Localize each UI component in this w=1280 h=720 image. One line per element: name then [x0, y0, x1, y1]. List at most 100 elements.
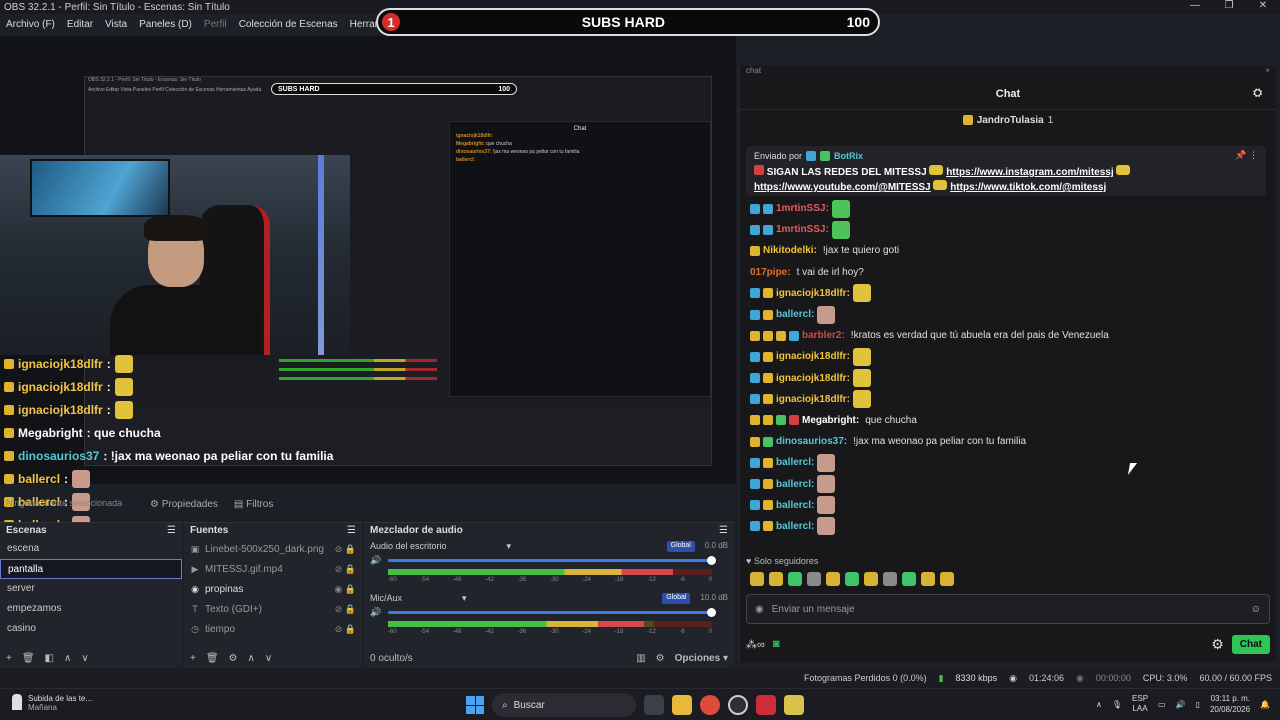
clock[interactable]: 03:11 p. m. 20/08/2026 [1210, 693, 1250, 715]
properties-tab[interactable]: ⚙ Propiedades [150, 499, 218, 510]
volume-icon[interactable]: 🔊 [370, 555, 381, 566]
options-button[interactable]: Opciones ▾ [675, 653, 728, 664]
message-input[interactable]: ◉ Enviar un mensaje ☺ [746, 594, 1270, 624]
chat-username[interactable]: ignaciojk18dlfr: [776, 373, 850, 384]
slider-knob[interactable] [707, 556, 716, 565]
notification-icon[interactable]: 🔔 [1260, 700, 1270, 709]
kick-logo-icon[interactable]: ◙ [773, 638, 780, 650]
eye-hidden-icon[interactable]: ⊘ 🔒 [335, 624, 356, 635]
emote-icon[interactable] [788, 572, 802, 586]
emote-icon[interactable] [807, 572, 821, 586]
chat-username[interactable]: Nikitodelki: [763, 245, 817, 256]
language-indicator[interactable]: ESP LAA [1132, 694, 1148, 714]
move-down-icon[interactable]: ∨ [81, 653, 88, 664]
close-button[interactable]: ✕ [1246, 0, 1280, 11]
emote-icon[interactable] [750, 572, 764, 586]
move-up-icon[interactable]: ∧ [248, 653, 255, 664]
eye-hidden-icon[interactable]: ⊘ 🔒 [335, 604, 356, 615]
eye-hidden-icon[interactable]: ⊘ 🔒 [335, 564, 356, 575]
source-item[interactable]: ▣ Linebet-500x250_dark.png ⊘ 🔒 [184, 539, 362, 559]
chat-username[interactable]: ballercl: [776, 309, 814, 320]
dock-menu-icon[interactable]: ☰ [719, 525, 728, 537]
scene-item[interactable]: server [0, 579, 182, 599]
trash-icon[interactable]: 🗑 [206, 653, 219, 664]
preview-canvas[interactable]: OBS 32.2.1 - Perfil: Sin Título - Escena… [0, 36, 736, 557]
mixer-gear-icon[interactable]: ⚙ [656, 653, 665, 664]
chevron-down-icon[interactable]: ▾ [462, 593, 467, 604]
source-item[interactable]: ▶ MITESSJ.gif.mp4 ⊘ 🔒 [184, 559, 362, 579]
rewards-icon[interactable]: ⁂∞ [746, 638, 765, 651]
tiktok-link[interactable]: https://www.tiktok.com/@mitessj [950, 182, 1106, 193]
chat-username[interactable]: ballercl: [776, 457, 814, 468]
pin-icon[interactable]: 📌 ⋮ [1235, 150, 1258, 161]
send-chat-button[interactable]: Chat [1231, 634, 1270, 654]
volume-icon[interactable]: 🔊 [370, 607, 381, 618]
emote-icon[interactable] [864, 572, 878, 586]
add-icon[interactable]: + [6, 653, 12, 664]
eye-hidden-icon[interactable]: ⊘ 🔒 [335, 544, 356, 555]
source-item[interactable]: T Texto (GDI+) ⊘ 🔒 [184, 599, 362, 619]
gear-icon[interactable]: ⚙ [1211, 636, 1224, 653]
chat-username[interactable]: ignaciojk18dlfr: [776, 288, 850, 299]
menu-item[interactable]: Paneles (D) [133, 19, 198, 30]
chrome-icon[interactable] [700, 695, 720, 715]
chevron-up-icon[interactable]: ∧ [1096, 700, 1102, 709]
emote-icon[interactable] [883, 572, 897, 586]
chat-username[interactable]: ballercl: [776, 521, 814, 532]
eye-icon[interactable]: ◉ 🔒 [334, 584, 356, 595]
dock-menu-icon[interactable]: ☰ [347, 525, 356, 537]
filters-tab[interactable]: ▤ Filtros [234, 499, 273, 510]
menu-item[interactable]: Editar [61, 19, 99, 30]
chat-username[interactable]: ignaciojk18dlfr: [776, 351, 850, 362]
app-icon[interactable] [756, 695, 776, 715]
chat-username[interactable]: barbler2: [802, 330, 845, 341]
chat-username[interactable]: dinosaurios37: [776, 436, 847, 447]
volume-slider[interactable] [388, 556, 716, 565]
minimize-button[interactable]: — [1178, 0, 1212, 11]
emote-icon[interactable] [921, 572, 935, 586]
menu-item[interactable]: Vista [99, 19, 133, 30]
gear-icon[interactable]: ⚙ [229, 653, 238, 664]
community-icon[interactable]: ⛭ [1253, 87, 1262, 100]
chat-username[interactable]: 1mrtinSSJ: [776, 203, 829, 214]
dock-menu-icon[interactable]: ☰ [167, 525, 176, 537]
scene-item[interactable]: pantalla [0, 559, 182, 579]
mic-icon[interactable]: 🎙 [1112, 700, 1122, 709]
chat-username[interactable]: 017pipe: [750, 267, 791, 278]
chat-username[interactable]: Megabright: [802, 415, 859, 426]
battery-icon[interactable]: ▯ [1196, 700, 1200, 709]
source-item[interactable]: ◉ propinas ◉ 🔒 [184, 579, 362, 599]
scene-item[interactable]: casino [0, 619, 182, 639]
source-item[interactable]: ◷ tiempo ⊘ 🔒 [184, 619, 362, 639]
add-icon[interactable]: + [190, 653, 196, 664]
filter-icon[interactable]: ◧ [45, 653, 54, 664]
menu-item[interactable]: Archivo (F) [0, 19, 61, 30]
emoji-icon[interactable]: ☺ [1251, 604, 1261, 615]
chevron-down-icon[interactable]: ▾ [507, 541, 512, 552]
youtube-link[interactable]: https://www.youtube.com/@MITESSJ [754, 182, 931, 193]
emote-icon[interactable] [902, 572, 916, 586]
maximize-button[interactable]: ❐ [1212, 0, 1246, 11]
emote-icon[interactable] [845, 572, 859, 586]
instagram-link[interactable]: https://www.instagram.com/mitessj [946, 167, 1113, 178]
weather-widget[interactable]: Subida de las te... Mañana [12, 694, 92, 712]
menu-item[interactable]: Perfil [198, 19, 233, 30]
obs-icon[interactable] [728, 695, 748, 715]
windows-start-icon[interactable] [466, 696, 484, 714]
volume-slider[interactable] [388, 608, 716, 617]
menu-item[interactable]: Colección de Escenas [233, 19, 344, 30]
chat-username[interactable]: 1mrtinSSJ: [776, 224, 829, 235]
emote-icon[interactable] [769, 572, 783, 586]
chat-username[interactable]: ballercl: [776, 479, 814, 490]
volume-icon[interactable]: 🔊 [1176, 700, 1186, 709]
scene-item[interactable]: escena [0, 539, 182, 559]
slider-knob[interactable] [707, 608, 716, 617]
file-explorer-icon[interactable] [672, 695, 692, 715]
network-icon[interactable]: ▭ [1158, 700, 1166, 709]
chat-username[interactable]: ballercl: [776, 500, 814, 511]
trash-icon[interactable]: 🗑 [22, 653, 35, 664]
chat-username[interactable]: ignaciojk18dlfr: [776, 394, 850, 405]
move-down-icon[interactable]: ∨ [265, 653, 272, 664]
taskbar-search[interactable]: ⌕ Buscar [492, 693, 636, 717]
close-icon[interactable]: × [1265, 66, 1270, 78]
